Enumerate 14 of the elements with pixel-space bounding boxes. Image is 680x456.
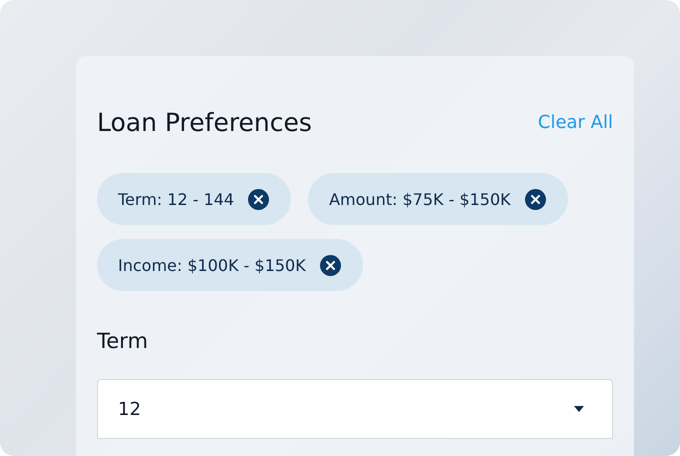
chip-label: Term: 12 - 144 [118, 190, 234, 208]
close-icon [254, 194, 264, 204]
chip-label: Income: $100K - $150K [118, 256, 306, 274]
close-icon [326, 260, 335, 270]
chip-label: Amount: $75K - $150K [329, 190, 511, 208]
caret-icon [574, 406, 584, 412]
remove-button[interactable] [248, 188, 270, 210]
remove-button[interactable] [320, 254, 341, 276]
card-title: Loan Preferences [97, 108, 312, 137]
close-icon [530, 194, 540, 204]
term-label: Term [97, 329, 149, 353]
remove-button[interactable] [524, 188, 546, 210]
term-select[interactable]: 12 [97, 379, 613, 439]
select-value: 12 [118, 398, 141, 420]
